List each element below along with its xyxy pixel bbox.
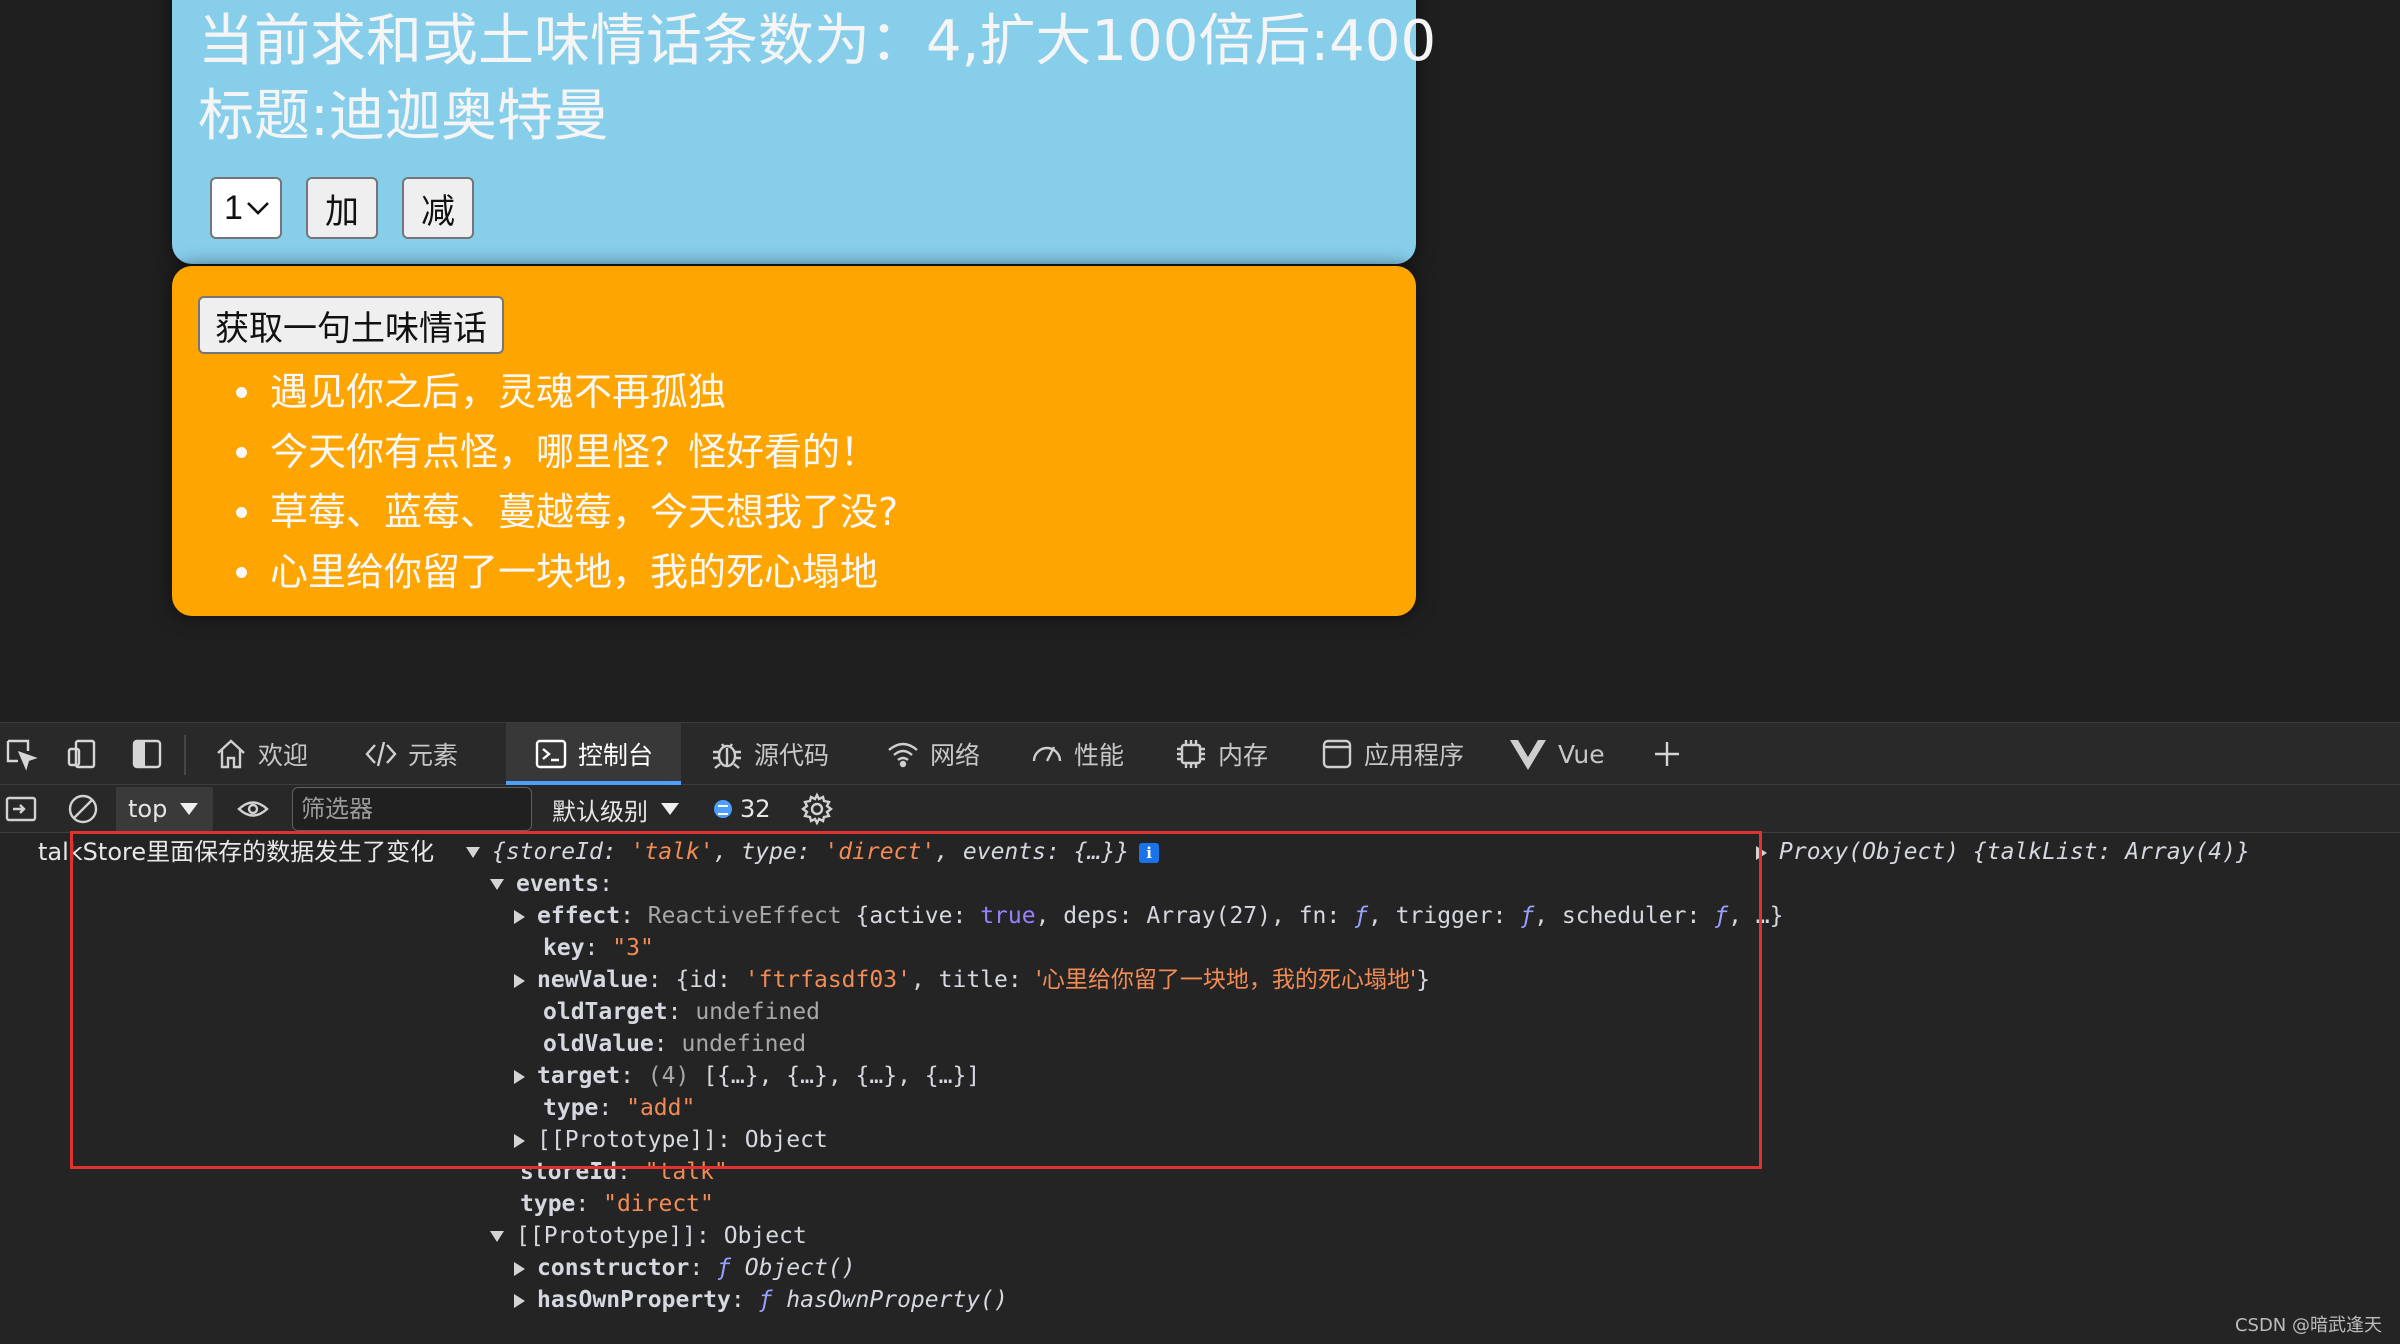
list-item: 今天你有点怪，哪里怪？怪好看的！ [236,422,898,482]
expand-arrow-icon [490,879,504,890]
expand-arrow-icon [514,1133,525,1148]
caret-down-icon [180,803,199,815]
tab-application[interactable]: 应用程序 [1320,723,1464,785]
add-button[interactable]: 加 [306,177,378,239]
type-property: type: "add" [543,1095,696,1121]
inspect-element-icon[interactable] [4,737,38,771]
context-select-value: top [128,795,168,823]
clear-console-icon[interactable] [66,791,100,827]
tab-welcome[interactable]: 欢迎 [214,723,308,785]
tab-label: 元素 [408,741,459,770]
talk-list: 遇见你之后，灵魂不再孤独 今天你有点怪，哪里怪？怪好看的！ 草莓、蓝莓、蔓越莓，… [236,362,898,602]
gauge-icon [1032,746,1062,762]
type-direct-property: type: "direct" [520,1191,714,1217]
tab-performance[interactable]: 性能 [1030,723,1124,785]
tab-vue[interactable]: Vue [1508,723,1605,785]
info-icon[interactable]: i [1139,842,1160,863]
chevron-down-icon [247,202,269,215]
title-text: 标题:迪迦奥特曼 [198,84,609,149]
context-select[interactable]: top [116,787,214,831]
toolbar-divider [184,735,186,775]
code-icon [365,741,397,767]
chip-icon [1177,740,1205,768]
sum-text: 当前求和或土味情话条数为：4,扩大100倍后:400 [198,9,1437,74]
root-prototype-node[interactable]: [[Prototype]]: Object [490,1220,807,1252]
tab-network[interactable]: 网络 [886,723,980,785]
bug-icon [713,743,741,769]
tab-label: Vue [1558,739,1605,769]
list-item: 心里给你留了一块地，我的死心塌地 [236,542,898,602]
expand-arrow-icon [514,1069,525,1084]
events-node[interactable]: events: [490,868,613,900]
vue-icon [1510,740,1546,770]
expand-arrow-icon [466,847,480,858]
message-icon [714,800,732,818]
tab-elements[interactable]: 元素 [364,723,458,785]
tab-console[interactable]: 控制台 [506,723,682,785]
newvalue-node[interactable]: newValue: {id: 'ftrfasdf03', title: '心里给… [514,964,1430,996]
console-toolbar: top 默认级别 32 [0,785,2400,833]
tab-memory[interactable]: 内存 [1174,723,1268,785]
sum-card: 当前求和或土味情话条数为：4,扩大100倍后:400 标题:迪迦奥特曼 1 加 … [172,0,1436,264]
live-expression-eye-icon[interactable] [236,791,270,827]
console-filter-input[interactable] [292,787,532,831]
fetch-talk-button[interactable]: 获取一句土味情话 [198,296,504,354]
expand-arrow-icon [1756,845,1767,860]
caret-down-icon [661,803,679,815]
message-count-badge[interactable]: 32 [714,791,771,827]
expand-arrow-icon [514,1261,525,1276]
step-select[interactable]: 1 [210,177,282,239]
devtools-tabbar: 欢迎 元素 控制台 源代码 网络 性能 内存 应用程序 Vue [0,723,2400,785]
log-object-summary[interactable]: {storeId: 'talk', type: 'direct', events… [466,836,1160,868]
app-icon [1322,739,1352,769]
oldtarget-property: oldTarget: undefined [543,999,820,1025]
device-toolbar-icon[interactable] [66,737,100,771]
message-count: 32 [740,795,771,823]
tab-label: 控制台 [578,741,654,770]
tab-sources[interactable]: 源代码 [710,723,829,785]
console-output: talkStore里面保存的数据发生了变化 {storeId: 'talk', … [0,833,2400,1344]
wifi-icon [888,742,918,768]
tab-label: 性能 [1074,741,1125,770]
log-level-value: 默认级别 [552,797,648,826]
minus-button[interactable]: 减 [402,177,474,239]
tab-label: 源代码 [754,741,830,770]
tab-label: 应用程序 [1364,741,1465,770]
expand-arrow-icon [490,1231,504,1242]
console-settings-gear-icon[interactable] [800,791,834,827]
proxy-object-summary[interactable]: Proxy(Object) {talkList: Array(4)} [1756,836,2250,868]
log-level-select[interactable]: 默认级别 [552,791,680,827]
constructor-node[interactable]: constructor: ƒ Object() [514,1252,856,1284]
talk-card: 获取一句土味情话 遇见你之后，灵魂不再孤独 今天你有点怪，哪里怪？怪好看的！ 草… [172,266,1416,616]
key-property: key: "3" [543,935,654,961]
events-prototype-node[interactable]: [[Prototype]]: Object [514,1124,828,1156]
tab-label: 网络 [930,741,981,770]
expand-arrow-icon [514,909,525,924]
log-message: talkStore里面保存的数据发生了变化 [38,838,435,866]
tab-label: 内存 [1218,741,1269,770]
list-item: 草莓、蓝莓、蔓越莓，今天想我了没? [236,482,898,542]
list-item: 遇见你之后，灵魂不再孤独 [236,362,898,422]
expand-arrow-icon [514,973,525,988]
oldvalue-property: oldValue: undefined [543,1031,807,1057]
storeid-property: storeId: "talk" [520,1159,728,1185]
hasownproperty-node[interactable]: hasOwnProperty: ƒ hasOwnProperty() [514,1284,1008,1316]
watermark: CSDN @暗武逢天 [2234,1315,2382,1336]
sidebar-toggle-icon[interactable] [4,791,38,827]
sum-controls: 1 加 减 [210,177,474,239]
devtools-panel: 欢迎 元素 控制台 源代码 网络 性能 内存 应用程序 Vue top 筛选器 … [0,722,2400,1344]
home-icon [217,739,245,769]
effect-node[interactable]: effect: ReactiveEffect {active: true, de… [514,900,1783,932]
tab-label: 欢迎 [258,741,309,770]
page-viewport: 当前求和或土味情话条数为：4,扩大100倍后:400 标题:迪迦奥特曼 1 加 … [0,0,2400,722]
expand-arrow-icon [514,1293,525,1308]
console-icon [535,739,567,769]
dock-side-icon[interactable] [130,737,164,771]
step-select-value: 1 [224,188,243,227]
target-node[interactable]: target: (4) [{…}, {…}, {…}, {…}] [514,1060,980,1092]
more-tools-icon[interactable] [1650,737,1684,771]
